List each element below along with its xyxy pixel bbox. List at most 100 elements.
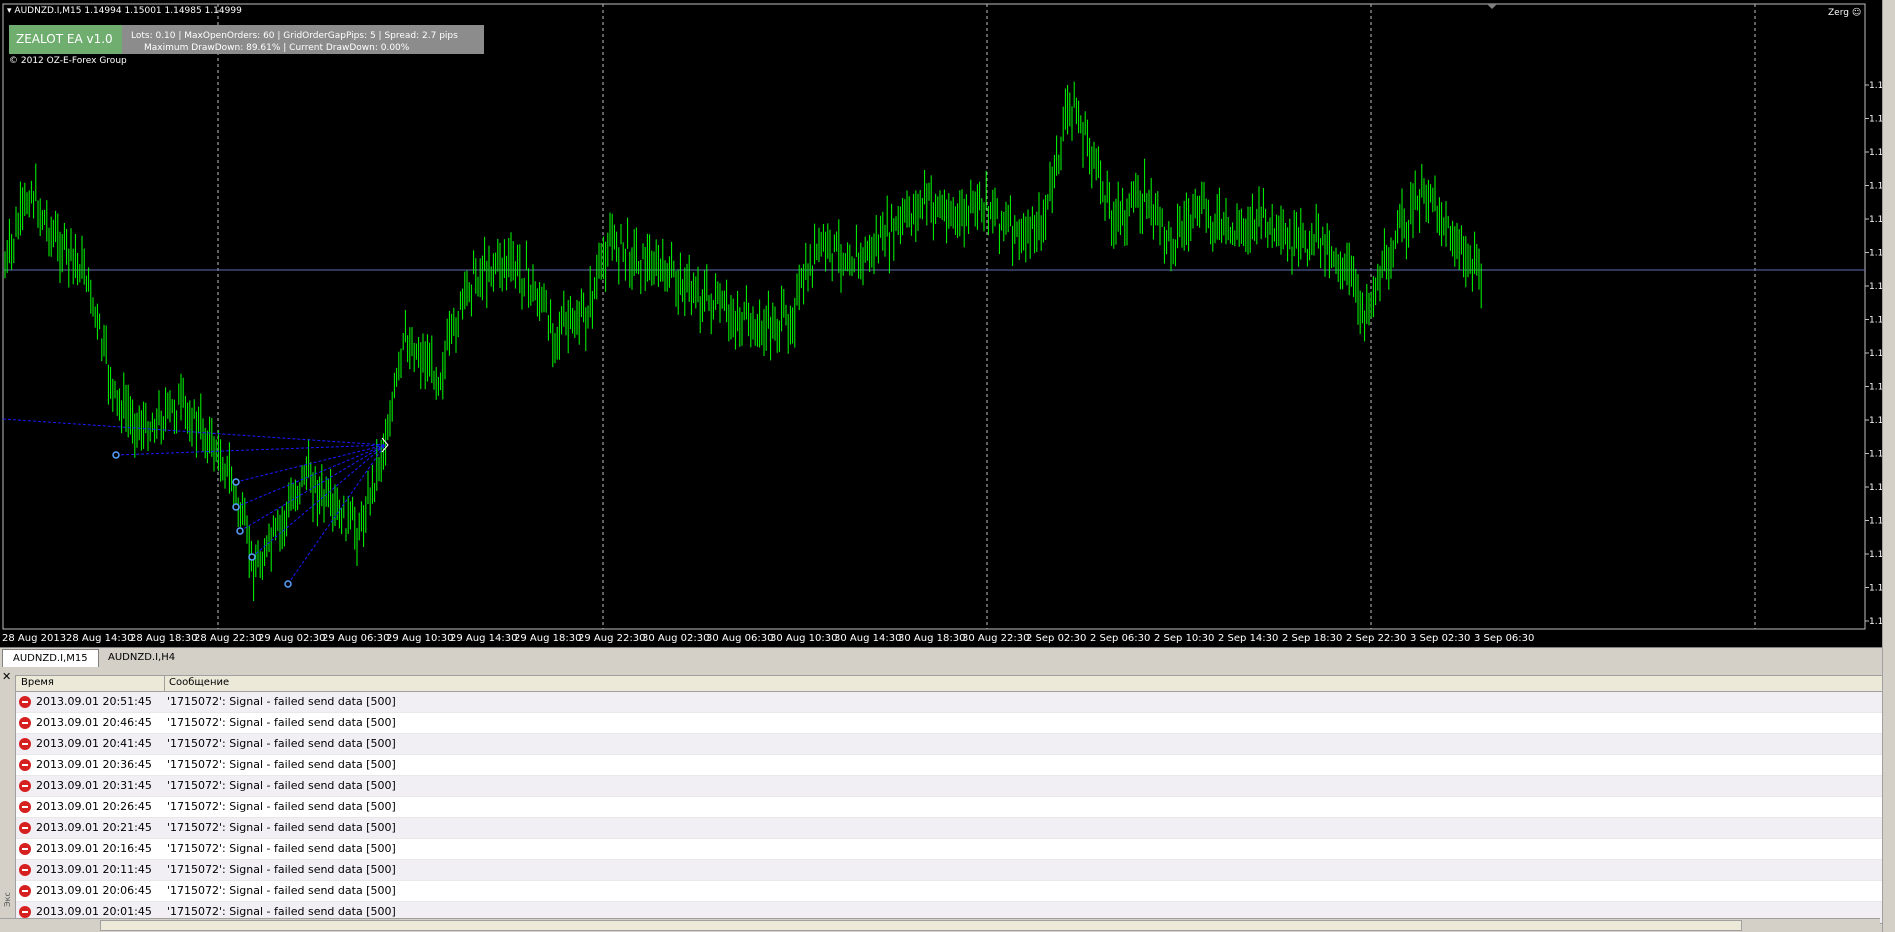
log-time: 2013.09.01 20:31:45 (36, 779, 152, 792)
symbol-info: AUDNZD.I,M15 1.14994 1.15001 1.14985 1.1… (14, 6, 242, 16)
log-time: 2013.09.01 20:06:45 (36, 884, 152, 897)
order-line (251, 444, 386, 558)
log-table: Время Сообщение 2013.09.01 20:51:45 '1715… (15, 675, 1884, 924)
order-marker (232, 503, 240, 511)
log-message: '1715072': Signal - failed send data [50… (167, 758, 396, 771)
log-row[interactable]: 2013.09.01 20:41:45 '1715072': Signal - f… (16, 734, 1883, 755)
ea-settings-line: Lots: 0.10 | MaxOpenOrders: 60 | GridOrd… (131, 31, 458, 41)
error-icon (19, 885, 31, 897)
log-rows: 2013.09.01 20:51:45 '1715072': Signal - f… (16, 692, 1883, 923)
log-time: 2013.09.01 20:16:45 (36, 842, 152, 855)
time-label: 3 Sep 06:30 (1474, 633, 1534, 644)
log-message: '1715072': Signal - failed send data [50… (167, 779, 396, 792)
time-label: 29 Aug 10:30 (386, 633, 453, 644)
side-label: Экс (2, 892, 12, 907)
order-marker (236, 527, 244, 535)
log-header: Время Сообщение (16, 676, 1883, 692)
price-chart[interactable]: 28 Aug 2013 28 Aug 14:30 28 Aug 18:30 28 Au… (0, 0, 1895, 647)
log-time: 2013.09.01 20:41:45 (36, 737, 152, 750)
message-column-header[interactable]: Сообщение (169, 677, 229, 688)
time-label: 30 Aug 02:30 (642, 633, 709, 644)
log-message: '1715072': Signal - failed send data [50… (167, 863, 396, 876)
time-label: 30 Aug 14:30 (834, 633, 901, 644)
expert-name-label: Zerg ☺ (1828, 8, 1862, 18)
ea-info-panel: ZEALOT EA v1.0 Lots: 0.10 | MaxOpenOrder… (9, 25, 484, 54)
time-column-header[interactable]: Время (21, 677, 54, 688)
order-marker (284, 580, 292, 588)
log-row[interactable]: 2013.09.01 20:26:45 '1715072': Signal - f… (16, 797, 1883, 818)
log-message: '1715072': Signal - failed send data [50… (167, 800, 396, 813)
time-label: 2 Sep 18:30 (1282, 633, 1342, 644)
order-line (235, 444, 386, 508)
time-label: 28 Aug 22:30 (194, 633, 261, 644)
log-message: '1715072': Signal - failed send data [50… (167, 905, 396, 918)
time-label: 2 Sep 22:30 (1346, 633, 1406, 644)
error-icon (19, 801, 31, 813)
close-icon[interactable]: ✕ (2, 670, 11, 683)
tab-0[interactable]: AUDNZD.I,M15 (2, 649, 99, 667)
tab-1[interactable]: AUDNZD.I,H4 (98, 649, 185, 666)
log-row[interactable]: 2013.09.01 20:16:45 '1715072': Signal - f… (16, 839, 1883, 860)
horizontal-scrollbar[interactable] (0, 918, 1880, 931)
time-label: 3 Sep 02:30 (1410, 633, 1470, 644)
log-row[interactable]: 2013.09.01 20:21:45 '1715072': Signal - f… (16, 818, 1883, 839)
order-marker (112, 451, 120, 459)
log-row[interactable]: 2013.09.01 20:31:45 '1715072': Signal - f… (16, 776, 1883, 797)
log-message: '1715072': Signal - failed send data [50… (167, 716, 396, 729)
order-line (115, 444, 386, 456)
error-icon (19, 822, 31, 834)
candlestick-chart[interactable]: 28 Aug 2013 28 Aug 14:3028 Aug 18:3028 Au… (0, 0, 1895, 647)
time-label: 2 Sep 14:30 (1218, 633, 1278, 644)
time-label: 29 Aug 14:30 (450, 633, 517, 644)
symbol-header: ▾ AUDNZD.I,M15 1.14994 1.15001 1.14985 1… (7, 6, 242, 16)
candles (4, 81, 1482, 602)
time-label: 30 Aug 06:30 (706, 633, 773, 644)
log-row[interactable]: 2013.09.01 20:36:45 '1715072': Signal - f… (16, 755, 1883, 776)
order-marker (232, 478, 240, 486)
log-message: '1715072': Signal - failed send data [50… (167, 737, 396, 750)
time-label: 29 Aug 06:30 (322, 633, 389, 644)
log-message: '1715072': Signal - failed send data [50… (167, 842, 396, 855)
dropdown-arrow-icon[interactable]: ▾ (7, 6, 12, 16)
ea-title: ZEALOT EA v1.0 (9, 25, 122, 54)
time-label: 28 Aug 18:30 (130, 633, 197, 644)
time-label: 2 Sep 10:30 (1154, 633, 1214, 644)
log-time: 2013.09.01 20:11:45 (36, 863, 152, 876)
time-label: 2 Sep 02:30 (1026, 633, 1086, 644)
time-label: 30 Aug 10:30 (770, 633, 837, 644)
chart-tabs: AUDNZD.I,M15 AUDNZD.I,H4 (0, 647, 1895, 668)
error-icon (19, 843, 31, 855)
error-icon (19, 717, 31, 729)
time-label: 30 Aug 22:30 (962, 633, 1029, 644)
error-icon (19, 759, 31, 771)
log-row[interactable]: 2013.09.01 20:51:45 '1715072': Signal - f… (16, 692, 1883, 713)
time-label: 2 Sep 06:30 (1090, 633, 1150, 644)
time-label: 29 Aug 18:30 (514, 633, 581, 644)
error-icon (19, 906, 31, 918)
time-label: 29 Aug 22:30 (578, 633, 645, 644)
error-icon (19, 780, 31, 792)
log-time: 2013.09.01 20:01:45 (36, 905, 152, 918)
error-icon (19, 864, 31, 876)
log-message: '1715072': Signal - failed send data [50… (167, 695, 396, 708)
time-label: 30 Aug 18:30 (898, 633, 965, 644)
experts-log-panel: ✕ Время Сообщение 2013.09.01 20:51:45 '17… (0, 667, 1895, 924)
error-icon (19, 696, 31, 708)
time-label: 29 Aug 02:30 (258, 633, 325, 644)
log-row[interactable]: 2013.09.01 20:11:45 '1715072': Signal - f… (16, 860, 1883, 881)
log-time: 2013.09.01 20:36:45 (36, 758, 152, 771)
log-time: 2013.09.01 20:51:45 (36, 695, 152, 708)
log-time: 2013.09.01 20:46:45 (36, 716, 152, 729)
log-time: 2013.09.01 20:26:45 (36, 800, 152, 813)
log-row[interactable]: 2013.09.01 20:46:45 '1715072': Signal - f… (16, 713, 1883, 734)
shift-marker (1487, 4, 1497, 9)
log-row[interactable]: 2013.09.01 20:06:45 '1715072': Signal - f… (16, 881, 1883, 902)
log-time: 2013.09.01 20:21:45 (36, 821, 152, 834)
vertical-scrollbar[interactable] (1882, 0, 1895, 932)
time-label: 28 Aug 14:30 (66, 633, 133, 644)
scrollbar-thumb[interactable] (100, 920, 1742, 931)
error-icon (19, 738, 31, 750)
order-marker (248, 553, 256, 561)
order-line (2, 418, 386, 446)
log-message: '1715072': Signal - failed send data [50… (167, 884, 396, 897)
